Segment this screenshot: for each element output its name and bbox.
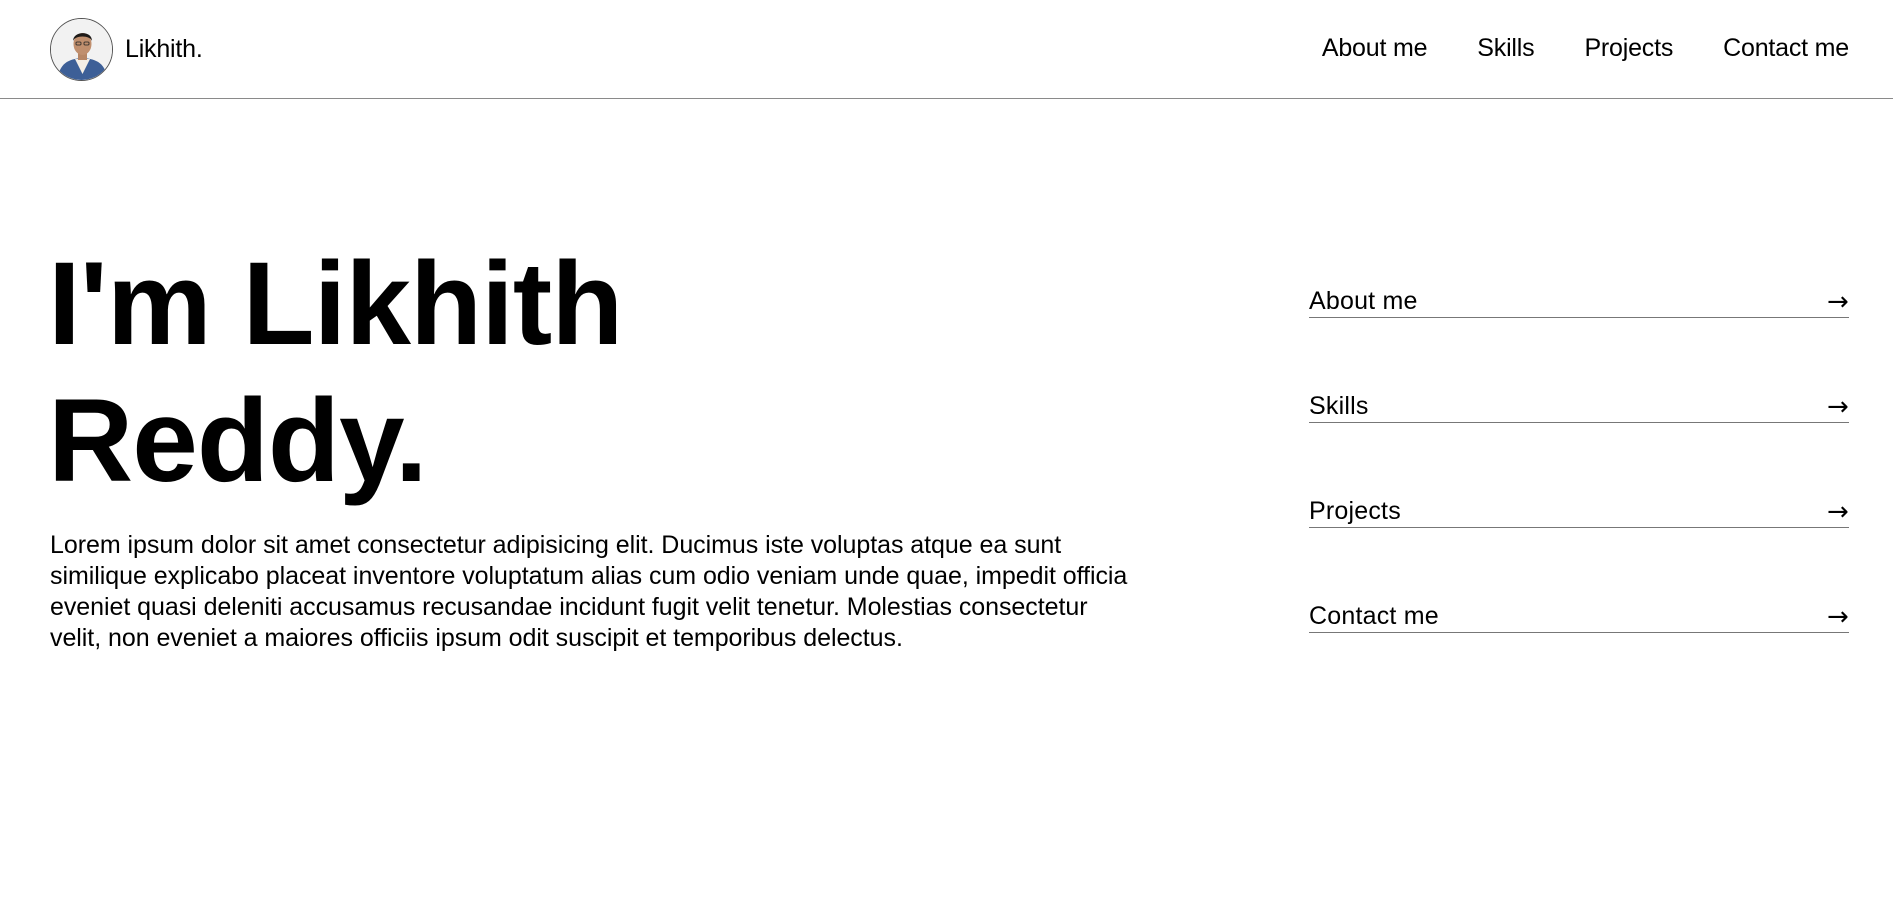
page: Likhith. About me Skills Projects Contac… — [0, 0, 1893, 908]
sidenav-item-projects[interactable]: Projects → — [1309, 492, 1849, 528]
brand-link[interactable]: Likhith. — [50, 17, 203, 81]
hero-description: Lorem ipsum dolor sit amet consectetur a… — [50, 531, 1128, 652]
sidenav-item-label: Contact me — [1309, 602, 1439, 630]
hero-title-line-2: Reddy. — [48, 375, 428, 507]
sidenav-item-skills[interactable]: Skills → — [1309, 387, 1849, 423]
sidenav-item-contact-me[interactable]: Contact me → — [1309, 597, 1849, 633]
arrow-right-icon: → — [1827, 392, 1849, 422]
arrow-right-icon: → — [1827, 497, 1849, 527]
profile-photo — [51, 18, 112, 80]
arrow-right-icon: → — [1827, 602, 1849, 632]
nav-projects[interactable]: Projects — [1584, 33, 1673, 63]
brand-name: Likhith. — [125, 35, 203, 63]
hero-title-line-1: I'm Likhith — [48, 238, 623, 370]
top-navigation: About me Skills Projects Contact me — [1322, 33, 1849, 63]
sidenav-item-about-me[interactable]: About me → — [1309, 282, 1849, 318]
nav-about-me[interactable]: About me — [1322, 33, 1428, 63]
sidenav-item-label: Projects — [1309, 497, 1401, 525]
nav-skills[interactable]: Skills — [1477, 33, 1534, 63]
site-header: Likhith. About me Skills Projects Contac… — [0, 0, 1893, 99]
hero-title: I'm Likhith Reddy. — [48, 236, 948, 510]
side-navigation: About me → Skills → Projects → Contact m… — [1309, 282, 1849, 702]
nav-contact-me[interactable]: Contact me — [1723, 33, 1849, 63]
arrow-right-icon: → — [1827, 287, 1849, 317]
sidenav-item-label: Skills — [1309, 392, 1369, 420]
sidenav-item-label: About me — [1309, 287, 1418, 315]
avatar — [50, 17, 113, 81]
